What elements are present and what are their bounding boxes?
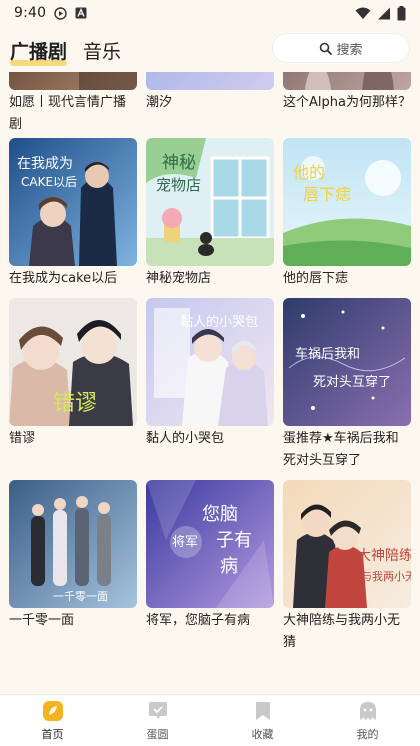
search-label: 搜索 [336,42,363,58]
drama-card[interactable]: 他的 唇下痣 他的唇下痣 [283,138,411,298]
svg-text:将军: 将军 [172,535,198,550]
home-icon [42,700,64,722]
nav-home[interactable]: 首页 [13,700,93,742]
svg-text:黏人的小哭包: 黏人的小哭包 [180,314,258,330]
nav-favorites[interactable]: 收藏 [223,700,303,742]
svg-text:一千零一面: 一千零一面 [53,590,108,603]
nav-favorites-label: 收藏 [251,727,274,741]
nav-profile-label: 我的 [356,727,379,741]
drama-grid: 如愿丨现代言情广播剧 潮汐 这个Alpha为何那样？ 在我成为 CAKE以后 在我… [9,72,411,654]
drama-cover: 大神陪练与我两小无猜 [283,480,411,608]
drama-title: 在我成为cake以后 [9,271,118,286]
header: 广播剧 音乐 搜索 [0,30,420,70]
tab-music[interactable]: 音乐 [83,37,121,64]
play-circle-icon [54,6,67,20]
drama-title: 错谬 [9,431,36,446]
drama-cover: 一千零一面 [9,480,137,608]
search-icon [319,42,333,55]
a-box-icon [75,7,87,19]
svg-text:死对头互穿了: 死对头互穿了 [313,374,391,390]
svg-text:神秘: 神秘 [162,153,196,173]
nav-home-label: 首页 [41,727,64,741]
drama-cover: 他的唇下痣 [283,138,411,266]
svg-text:病: 病 [220,556,238,577]
drama-cover: 您脑子有病 将军 [146,480,274,608]
nav-profile[interactable]: 我的 [328,700,408,742]
drama-title: 大神陪练与我两小无猜 [283,613,401,650]
drama-title: 潮汐 [146,95,173,110]
drama-card[interactable]: 在我成为 CAKE以后 在我成为cake以后 [9,138,137,298]
svg-text:您脑: 您脑 [202,504,238,525]
drama-card[interactable]: 这个Alpha为何那样？ [283,72,411,138]
drama-cover: 神秘 宠物店 [146,138,274,266]
drama-cover [146,72,274,90]
drama-cover: 车祸后我和死对头互穿了 [283,298,411,426]
drama-card[interactable]: 一千零一面 一千零一面 [9,480,137,654]
svg-text:CAKE以后: CAKE以后 [21,175,77,189]
signal-icon [377,7,391,20]
drama-title: 蛋推荐★车祸后我和死对头互穿了 [283,431,399,468]
status-bar: 9:40 [0,0,420,26]
drama-title: 将军，您脑子有病 [146,613,251,628]
drama-card[interactable]: 大神陪练与我两小无猜 大神陪练与我两小无猜 [283,480,411,654]
ghost-icon [357,700,379,722]
drama-title: 神秘宠物店 [146,271,212,286]
bookmark-icon [252,700,274,722]
chat-icon [147,700,169,722]
drama-card[interactable]: 黏人的小哭包 黏人的小哭包 [146,298,274,480]
drama-card[interactable]: 如愿丨现代言情广播剧 [9,72,137,138]
svg-text:唇下痣: 唇下痣 [303,185,351,204]
svg-text:宠物店: 宠物店 [156,176,201,194]
drama-title: 黏人的小哭包 [146,431,225,446]
drama-cover [9,72,137,90]
drama-list[interactable]: 如愿丨现代言情广播剧 潮汐 这个Alpha为何那样？ 在我成为 CAKE以后 在我… [0,72,420,692]
wifi-icon [355,7,371,20]
svg-text:他的: 他的 [293,163,325,182]
drama-cover: 错谬 [9,298,137,426]
svg-text:在我成为: 在我成为 [17,156,73,172]
nav-community-label: 蛋圆 [146,727,169,741]
drama-title: 这个Alpha为何那样？ [283,95,411,110]
tab-radio-drama[interactable]: 广播剧 [10,37,68,66]
svg-text:与我两小无猜: 与我两小无猜 [361,570,411,583]
drama-card[interactable]: 错谬 错谬 [9,298,137,480]
drama-title: 如愿丨现代言情广播剧 [9,95,127,132]
drama-card[interactable]: 神秘 宠物店 神秘宠物店 [146,138,274,298]
drama-card[interactable]: 车祸后我和死对头互穿了 蛋推荐★车祸后我和死对头互穿了 [283,298,411,480]
drama-cover: 黏人的小哭包 [146,298,274,426]
bottom-nav: 首页 蛋圆 收藏 我的 [0,694,420,746]
drama-card[interactable]: 您脑子有病 将军 将军，您脑子有病 [146,480,274,654]
battery-icon [397,5,406,21]
drama-title: 一千零一面 [9,613,75,628]
drama-card[interactable]: 潮汐 [146,72,274,138]
drama-cover [283,72,411,90]
nav-community[interactable]: 蛋圆 [118,700,198,742]
svg-text:错谬: 错谬 [53,391,97,416]
svg-text:子有: 子有 [216,530,252,551]
svg-text:大神陪练: 大神陪练 [357,548,411,564]
svg-text:车祸后我和: 车祸后我和 [295,346,360,362]
drama-title: 他的唇下痣 [283,271,349,286]
status-time: 9:40 [14,5,47,21]
drama-cover: 在我成为 CAKE以后 [9,138,137,266]
search-button[interactable]: 搜索 [272,33,410,63]
